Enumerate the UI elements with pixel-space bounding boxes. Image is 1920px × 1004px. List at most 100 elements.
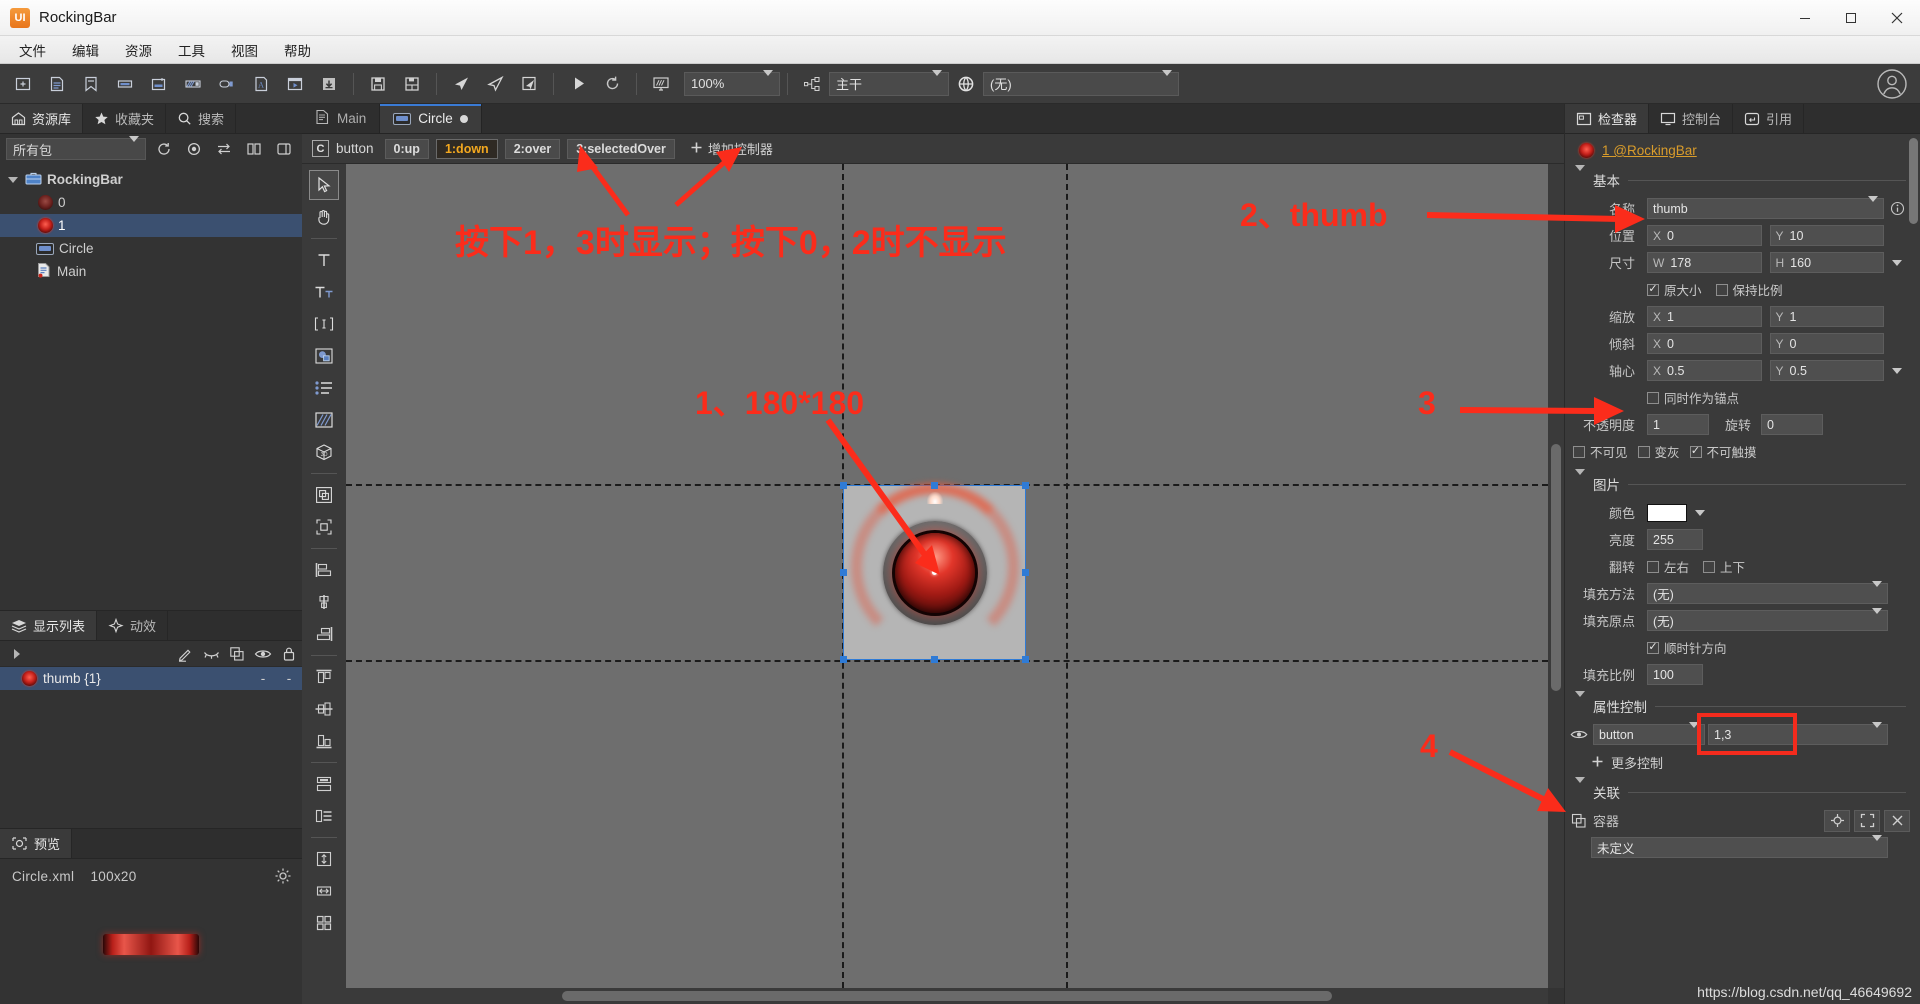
group-icon[interactable]	[309, 480, 339, 510]
resize-handle-w[interactable]	[840, 568, 847, 576]
align-center-h-icon[interactable]	[309, 587, 339, 617]
expand-arrow-icon[interactable]	[4, 648, 30, 659]
eye-icon[interactable]	[250, 647, 276, 661]
gray-checkbox[interactable]	[1637, 445, 1650, 458]
loader3d-tool-icon[interactable]: 3D	[309, 437, 339, 467]
resize-handle-sw[interactable]	[840, 656, 847, 663]
resize-handle-n[interactable]	[930, 482, 938, 489]
publish-icon[interactable]	[446, 70, 476, 98]
gear-controller-select[interactable]: button	[1593, 721, 1705, 745]
tree-item-rockingbar[interactable]: RockingBar	[0, 168, 302, 191]
hand-pan-icon[interactable]	[309, 202, 339, 232]
design-stage[interactable]	[346, 164, 1548, 988]
tab-console[interactable]: 控制台	[1649, 104, 1734, 133]
new-component-icon[interactable]	[110, 70, 140, 98]
scrollbar-thumb[interactable]	[1551, 444, 1561, 692]
save-all-icon[interactable]	[397, 70, 427, 98]
menu-tools[interactable]: 工具	[165, 37, 218, 63]
distribute-v-icon[interactable]	[309, 769, 339, 799]
locate-icon[interactable]	[182, 137, 206, 161]
color-swatch[interactable]	[1647, 503, 1687, 522]
section-gear-header[interactable]: 属性控制	[1565, 691, 1920, 721]
distribute-h-icon[interactable]	[309, 801, 339, 831]
library-tree[interactable]: RockingBar 0 1 Circle Main	[0, 164, 302, 610]
controller-page-1-down[interactable]: 1:down	[435, 138, 498, 159]
chevron-down-icon[interactable]	[1872, 607, 1882, 628]
pivot-x-input[interactable]: X 0.5	[1647, 360, 1762, 381]
add-more-gear-button[interactable]: 更多控制	[1565, 748, 1920, 777]
size-menu-chevron-down-icon[interactable]	[1884, 259, 1910, 266]
relation-target-select[interactable]: 未定义	[1591, 834, 1888, 858]
clockwise-checkbox[interactable]	[1647, 641, 1659, 654]
tab-favorites[interactable]: 收藏夹	[83, 104, 167, 133]
pivot-menu-chevron-down-icon[interactable]	[1884, 367, 1910, 374]
menu-file[interactable]: 文件	[6, 37, 59, 63]
section-relation-header[interactable]: 关联	[1565, 777, 1920, 807]
inspector-object-link[interactable]: 1 @RockingBar	[1602, 143, 1697, 158]
chevron-down-icon[interactable]	[1872, 834, 1882, 855]
new-folder-icon[interactable]	[8, 70, 38, 98]
position-y-input[interactable]: Y 10	[1769, 225, 1884, 246]
align-left-icon[interactable]	[309, 555, 339, 585]
loader-tool-icon[interactable]	[309, 405, 339, 435]
match-width-icon[interactable]	[309, 876, 339, 906]
input-text-tool-icon[interactable]	[309, 309, 339, 339]
orig-size-checkbox[interactable]	[1647, 283, 1659, 296]
package-filter-select[interactable]: 所有包	[6, 135, 146, 160]
select-arrow-icon[interactable]	[309, 170, 339, 200]
doc-tab-circle[interactable]: Circle	[380, 104, 482, 133]
close-button[interactable]	[1874, 0, 1920, 36]
chevron-down-icon[interactable]	[6, 176, 20, 183]
preview-monitor-icon[interactable]	[646, 70, 676, 98]
controller-page-2-over[interactable]: 2:over	[504, 138, 561, 159]
tree-item-1[interactable]: 1	[0, 214, 302, 237]
fill-origin-select[interactable]: (无)	[1647, 607, 1888, 631]
section-image-header[interactable]: 图片	[1565, 469, 1920, 499]
skew-y-input[interactable]: Y0	[1769, 333, 1884, 354]
refresh-icon[interactable]	[597, 70, 627, 98]
selected-object-thumb[interactable]	[840, 482, 1029, 663]
tab-search[interactable]: 搜索	[166, 104, 237, 133]
brightness-input[interactable]: 255	[1647, 529, 1703, 550]
gear-pages-select[interactable]: 1,3	[1708, 721, 1888, 745]
maximize-button[interactable]	[1828, 0, 1874, 36]
resize-handle-nw[interactable]	[840, 482, 847, 489]
scrollbar-thumb[interactable]	[562, 991, 1332, 1001]
bookmark-icon[interactable]	[76, 70, 106, 98]
untouchable-checkbox[interactable]	[1689, 445, 1702, 458]
new-animation-icon[interactable]	[178, 70, 208, 98]
align-middle-v-icon[interactable]	[309, 694, 339, 724]
zoom-select[interactable]: 100%	[684, 70, 780, 96]
stage-scrollbar-vertical[interactable]	[1548, 164, 1564, 988]
fill-method-select[interactable]: (无)	[1647, 580, 1888, 604]
pivot-y-input[interactable]: Y 0.5	[1769, 360, 1884, 381]
menu-edit[interactable]: 编辑	[59, 37, 112, 63]
controller-page-0-up[interactable]: 0:up	[384, 138, 429, 159]
lock-icon[interactable]	[276, 646, 302, 662]
scale-y-input[interactable]: Y1	[1769, 306, 1884, 327]
gear-icon[interactable]	[274, 867, 292, 890]
doc-tab-main[interactable]: Main	[302, 104, 381, 133]
close-icon[interactable]	[1884, 809, 1910, 832]
tab-preview[interactable]: 预览	[0, 829, 73, 858]
tree-item-0[interactable]: 0	[0, 191, 302, 214]
add-controller-button[interactable]: 增加控制器	[690, 139, 773, 158]
tab-display-list[interactable]: 显示列表	[0, 611, 98, 640]
inspector-scrollbar[interactable]	[1909, 138, 1918, 964]
menu-help[interactable]: 帮助	[271, 37, 324, 63]
skew-x-input[interactable]: X0	[1647, 333, 1762, 354]
user-account-avatar[interactable]	[1872, 67, 1912, 101]
rich-text-tool-icon[interactable]	[309, 277, 339, 307]
minimize-button[interactable]	[1782, 0, 1828, 36]
flip-v-checkbox[interactable]	[1703, 560, 1716, 573]
grid-icon[interactable]	[309, 908, 339, 938]
menu-resource[interactable]: 资源	[112, 37, 165, 63]
new-transition-icon[interactable]	[212, 70, 242, 98]
chevron-down-icon[interactable]	[1575, 469, 1585, 493]
layout-icon[interactable]	[272, 137, 296, 161]
opacity-input[interactable]: 1	[1647, 414, 1709, 435]
new-font-icon[interactable]: A	[246, 70, 276, 98]
locale-select[interactable]: (无)	[983, 70, 1179, 96]
publish-settings-icon[interactable]	[514, 70, 544, 98]
resize-handle-ne[interactable]	[1022, 482, 1029, 489]
